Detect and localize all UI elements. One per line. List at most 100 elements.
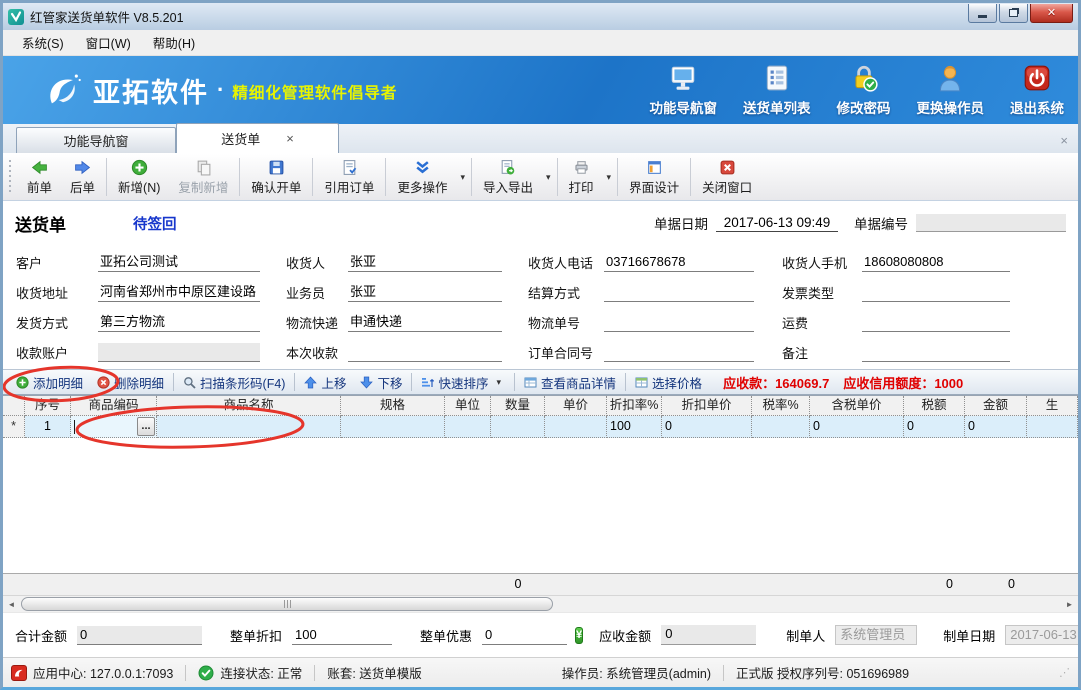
cell-unit[interactable] bbox=[445, 416, 491, 438]
cell-product-code[interactable]: ... bbox=[71, 416, 157, 438]
close-window-button[interactable]: 关闭窗口 bbox=[693, 157, 761, 198]
nav-function-panel-button[interactable]: 功能导航窗 bbox=[650, 63, 718, 117]
grid-col-header[interactable]: 税率% bbox=[752, 396, 810, 416]
make-date-group: 制单日期 2017-06-13 bbox=[943, 625, 1081, 645]
menu-window[interactable]: 窗口(W) bbox=[75, 29, 142, 56]
grid-col-header[interactable]: 单价 bbox=[545, 396, 607, 416]
delete-detail-button[interactable]: 删除明细 bbox=[90, 373, 171, 392]
print-dropdown-icon[interactable]: ▾ bbox=[603, 172, 616, 183]
tracking-no-field[interactable] bbox=[604, 313, 754, 332]
browse-products-button[interactable]: ... bbox=[137, 417, 155, 436]
cell-seq[interactable]: 1 bbox=[25, 416, 71, 438]
scrollbar-thumb[interactable] bbox=[21, 597, 553, 611]
doc-number-field[interactable] bbox=[916, 214, 1066, 232]
grid-col-header[interactable]: 商品编码 bbox=[71, 396, 157, 416]
cell-tax-amount[interactable]: 0 bbox=[904, 416, 965, 438]
receiving-account-field[interactable] bbox=[98, 343, 260, 362]
address-field[interactable]: 河南省郑州市中原区建设路 bbox=[98, 283, 260, 302]
order-discount-field[interactable]: 100 bbox=[292, 626, 392, 645]
tab-function-panel[interactable]: 功能导航窗 bbox=[16, 127, 176, 153]
grid-col-header[interactable]: 单位 bbox=[445, 396, 491, 416]
cell-discount-rate[interactable]: 100 bbox=[607, 416, 662, 438]
payment-now-field[interactable] bbox=[348, 343, 502, 362]
cell-spec[interactable] bbox=[341, 416, 445, 438]
import-export-dropdown-icon[interactable]: ▾ bbox=[542, 172, 555, 183]
grid-col-header[interactable]: 折扣单价 bbox=[662, 396, 752, 416]
yen-icon[interactable]: ¥ bbox=[575, 627, 583, 644]
customer-field[interactable]: 亚拓公司测试 bbox=[98, 253, 260, 272]
resize-grip-icon[interactable]: ⋰ bbox=[1059, 666, 1070, 679]
nav-change-password-button[interactable]: 修改密码 bbox=[837, 63, 891, 117]
contract-no-field[interactable] bbox=[604, 343, 754, 362]
scroll-left-icon[interactable]: ◄ bbox=[3, 596, 20, 612]
scan-barcode-button[interactable]: 扫描条形码(F4) bbox=[176, 373, 292, 392]
cell-extra[interactable] bbox=[1027, 416, 1078, 438]
cell-tax-rate[interactable] bbox=[752, 416, 810, 438]
total-amount-field[interactable]: 0 bbox=[77, 626, 202, 645]
payment-now-label: 本次收款 bbox=[286, 343, 348, 362]
import-export-button[interactable]: 导入导出 bbox=[474, 157, 542, 198]
cell-product-name[interactable] bbox=[157, 416, 341, 438]
menu-system[interactable]: 系统(S) bbox=[11, 29, 75, 56]
move-down-button[interactable]: 下移 bbox=[353, 373, 409, 392]
grid-col-header[interactable]: 序号 bbox=[25, 396, 71, 416]
consignee-field[interactable]: 张亚 bbox=[348, 253, 502, 272]
salesman-field[interactable]: 张亚 bbox=[348, 283, 502, 302]
nav-switch-operator-button[interactable]: 更换操作员 bbox=[917, 63, 985, 117]
grid-col-header[interactable]: 折扣率% bbox=[607, 396, 662, 416]
grid-col-header[interactable]: 含税单价 bbox=[810, 396, 904, 416]
order-promo-field[interactable]: 0 bbox=[482, 626, 567, 645]
print-button[interactable]: 打印 bbox=[560, 157, 603, 198]
remark-field[interactable] bbox=[862, 343, 1010, 362]
cell-tax-incl-price[interactable]: 0 bbox=[810, 416, 904, 438]
copy-new-button[interactable]: 复制新增 bbox=[169, 157, 237, 198]
cell-qty[interactable] bbox=[491, 416, 545, 438]
pane-close-icon[interactable]: × bbox=[1060, 133, 1068, 148]
grid-col-header[interactable]: 规格 bbox=[341, 396, 445, 416]
doc-date-field[interactable]: 2017-06-13 09:49 bbox=[716, 215, 838, 232]
more-actions-dropdown-icon[interactable]: ▾ bbox=[456, 172, 469, 183]
grid-col-header[interactable]: 数量 bbox=[491, 396, 545, 416]
select-price-button[interactable]: 选择价格 bbox=[628, 373, 709, 392]
receivable-amount-field[interactable]: 0 bbox=[661, 625, 756, 645]
restore-button[interactable] bbox=[999, 4, 1028, 23]
courier-field[interactable]: 申通快递 bbox=[348, 313, 502, 332]
invoice-type-field[interactable] bbox=[862, 283, 1010, 302]
button-label: 确认开单 bbox=[251, 177, 301, 196]
move-up-button[interactable]: 上移 bbox=[297, 373, 353, 392]
settlement-field[interactable] bbox=[604, 283, 754, 302]
ui-design-button[interactable]: 界面设计 bbox=[620, 157, 688, 198]
close-button[interactable]: ✕ bbox=[1030, 4, 1073, 23]
grid-col-header[interactable]: 商品名称 bbox=[157, 396, 341, 416]
horizontal-scrollbar[interactable]: ◄ ► bbox=[3, 595, 1078, 612]
consignee-mobile-field[interactable]: 18608080808 bbox=[862, 253, 1010, 272]
grid-col-header[interactable]: 税额 bbox=[904, 396, 965, 416]
freight-field[interactable] bbox=[862, 313, 1010, 332]
tab-close-icon[interactable]: × bbox=[286, 131, 294, 146]
confirm-order-button[interactable]: 确认开单 bbox=[242, 157, 310, 198]
grid-col-header[interactable]: 生 bbox=[1027, 396, 1078, 416]
quick-sort-button[interactable]: 快速排序 ▾ bbox=[414, 373, 512, 392]
quick-sort-dropdown-icon[interactable]: ▾ bbox=[493, 377, 506, 388]
minimize-button[interactable] bbox=[968, 4, 997, 23]
more-actions-button[interactable]: 更多操作 bbox=[388, 157, 456, 198]
nav-delivery-list-button[interactable]: 送货单列表 bbox=[743, 63, 811, 117]
scroll-right-icon[interactable]: ► bbox=[1061, 596, 1078, 612]
nav-exit-system-button[interactable]: 退出系统 bbox=[1010, 63, 1064, 117]
prev-order-button[interactable]: 前单 bbox=[18, 157, 61, 198]
cell-price[interactable] bbox=[545, 416, 607, 438]
view-product-detail-button[interactable]: 查看商品详情 bbox=[517, 373, 623, 392]
order-discount-group: 整单折扣 100 bbox=[230, 626, 392, 645]
ship-method-field[interactable]: 第三方物流 bbox=[98, 313, 260, 332]
reference-order-button[interactable]: 引用订单 bbox=[315, 157, 383, 198]
grid-col-header[interactable]: 金额 bbox=[965, 396, 1027, 416]
tab-delivery-order[interactable]: 送货单 × bbox=[176, 123, 339, 153]
consignee-phone-field[interactable]: 03716678678 bbox=[604, 253, 754, 272]
new-order-button[interactable]: 新增(N) bbox=[109, 157, 169, 198]
add-detail-button[interactable]: 添加明细 bbox=[9, 373, 90, 392]
cell-amount[interactable]: 0 bbox=[965, 416, 1027, 438]
grid-data-row[interactable]: * 1 ... 100 0 0 0 0 bbox=[3, 416, 1078, 438]
next-order-button[interactable]: 后单 bbox=[61, 157, 104, 198]
cell-discount-price[interactable]: 0 bbox=[662, 416, 752, 438]
menu-help[interactable]: 帮助(H) bbox=[142, 29, 206, 56]
